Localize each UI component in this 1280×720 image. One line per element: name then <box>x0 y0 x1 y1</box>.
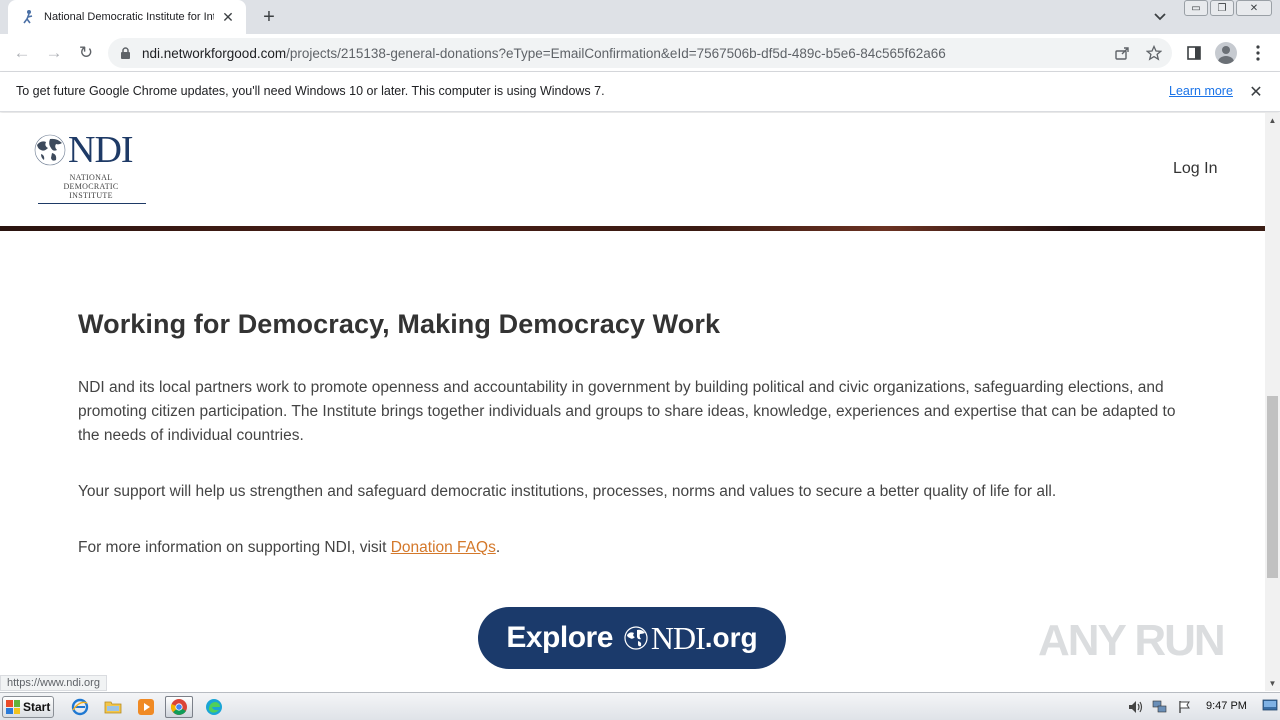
kebab-menu-icon[interactable] <box>1246 41 1270 65</box>
browser-tab[interactable]: National Democratic Institute for Intern… <box>8 0 246 34</box>
hero-image-strip <box>0 226 1265 231</box>
internet-explorer-icon[interactable] <box>66 696 94 718</box>
lock-icon[interactable] <box>118 46 132 60</box>
tab-search-chevron-icon[interactable] <box>1150 8 1170 26</box>
explore-ndi-banner-link[interactable]: Explore NDI .org <box>478 607 786 669</box>
support-paragraph: Your support will help us strengthen and… <box>78 483 1057 500</box>
ndi-logo[interactable]: NDI NATIONAL DEMOCRATIC INSTITUTE <box>32 131 152 211</box>
logo-mark: NDI <box>32 131 152 169</box>
logo-wordmark: NDI <box>68 129 134 171</box>
url-text: ndi.networkforgood.com/projects/215138-g… <box>142 46 946 61</box>
minimize-button[interactable]: ▭ <box>1184 0 1208 16</box>
faq-suffix: . <box>495 539 501 556</box>
browser-toolbar: ← → ↻ ndi.networkforgood.com/projects/21… <box>0 34 1280 72</box>
logo-underline <box>38 203 146 204</box>
page-scrollbar[interactable]: ▲ ▼ <box>1265 113 1280 691</box>
profile-avatar-icon[interactable] <box>1214 41 1238 65</box>
logo-sub-line: DEMOCRATIC <box>63 182 119 191</box>
login-link[interactable]: Log In <box>1173 160 1217 178</box>
chrome-update-infobar: To get future Google Chrome updates, you… <box>0 72 1280 112</box>
window-close-button[interactable]: ✕ <box>1236 0 1272 16</box>
windows-logo-icon <box>6 700 20 714</box>
tab-title: National Democratic Institute for Intern… <box>44 11 214 23</box>
intro-paragraph: NDI and its local partners work to promo… <box>78 379 1176 444</box>
site-header: NDI NATIONAL DEMOCRATIC INSTITUTE Log In <box>0 113 1265 226</box>
taskbar-clock[interactable]: 9:47 PM <box>1206 700 1247 712</box>
back-button[interactable]: ← <box>10 41 34 65</box>
network-icon[interactable] <box>1152 699 1168 715</box>
faq-prefix: For more information on supporting NDI, … <box>78 539 391 556</box>
scrollbar-thumb[interactable] <box>1267 396 1278 578</box>
logo-sub-line: NATIONAL <box>69 173 113 182</box>
faq-paragraph: For more information on supporting NDI, … <box>78 536 1188 560</box>
main-content: Working for Democracy, Making Democracy … <box>78 309 1188 560</box>
file-explorer-icon[interactable] <box>99 696 127 718</box>
show-desktop-icon[interactable] <box>1262 697 1278 715</box>
start-label: Start <box>23 700 51 714</box>
logo-sub-line: INSTITUTE <box>69 191 113 200</box>
explore-ndi-wordmark: NDI <box>650 619 706 656</box>
scroll-down-arrow-icon[interactable]: ▼ <box>1265 676 1280 691</box>
learn-more-link[interactable]: Learn more <box>1169 84 1233 98</box>
bookmark-star-icon[interactable] <box>1143 42 1165 64</box>
restore-button[interactable]: ❐ <box>1210 0 1234 16</box>
ndi-favicon-icon <box>20 9 36 25</box>
infobar-message: To get future Google Chrome updates, you… <box>16 84 605 98</box>
new-tab-button[interactable]: + <box>258 6 280 28</box>
page-headline: Working for Democracy, Making Democracy … <box>78 309 721 339</box>
windows-taskbar: Start 9:47 PM <box>0 692 1280 720</box>
reload-button[interactable]: ↻ <box>74 41 98 65</box>
scroll-up-arrow-icon[interactable]: ▲ <box>1265 113 1280 128</box>
side-panel-icon[interactable] <box>1182 41 1206 65</box>
status-bar-url: https://www.ndi.org <box>0 675 107 691</box>
browser-tab-strip: National Democratic Institute for Intern… <box>0 0 1280 34</box>
speaker-icon[interactable] <box>1128 699 1144 715</box>
action-center-flag-icon[interactable] <box>1177 699 1193 715</box>
explore-label: Explore <box>506 621 613 654</box>
infobar-close-icon[interactable]: ✕ <box>1246 82 1266 102</box>
start-button[interactable]: Start <box>2 696 54 718</box>
tab-close-icon[interactable]: ✕ <box>220 9 236 25</box>
explore-org-label: .org <box>704 622 758 653</box>
media-player-icon[interactable] <box>132 696 160 718</box>
address-bar[interactable]: ndi.networkforgood.com/projects/215138-g… <box>108 38 1172 68</box>
globe-icon <box>34 134 66 166</box>
anyrun-watermark: ANY RUN <box>1038 611 1238 671</box>
chrome-taskbar-icon[interactable] <box>165 696 193 718</box>
logo-subtitle: NATIONAL DEMOCRATIC INSTITUTE <box>32 173 150 200</box>
url-domain: ndi.networkforgood.com <box>142 45 287 61</box>
edge-icon[interactable] <box>200 696 228 718</box>
share-icon[interactable] <box>1111 42 1133 64</box>
avatar <box>1215 42 1237 64</box>
forward-button[interactable]: → <box>42 41 66 65</box>
web-page: NDI NATIONAL DEMOCRATIC INSTITUTE Log In… <box>0 113 1265 691</box>
donation-faqs-link[interactable]: Donation FAQs <box>391 539 496 556</box>
window-controls: ▭ ❐ ✕ <box>1184 0 1272 18</box>
watermark-text: ANY RUN <box>1038 616 1226 665</box>
url-path: /projects/215138-general-donations?eType… <box>286 45 946 61</box>
globe-icon <box>624 626 648 650</box>
